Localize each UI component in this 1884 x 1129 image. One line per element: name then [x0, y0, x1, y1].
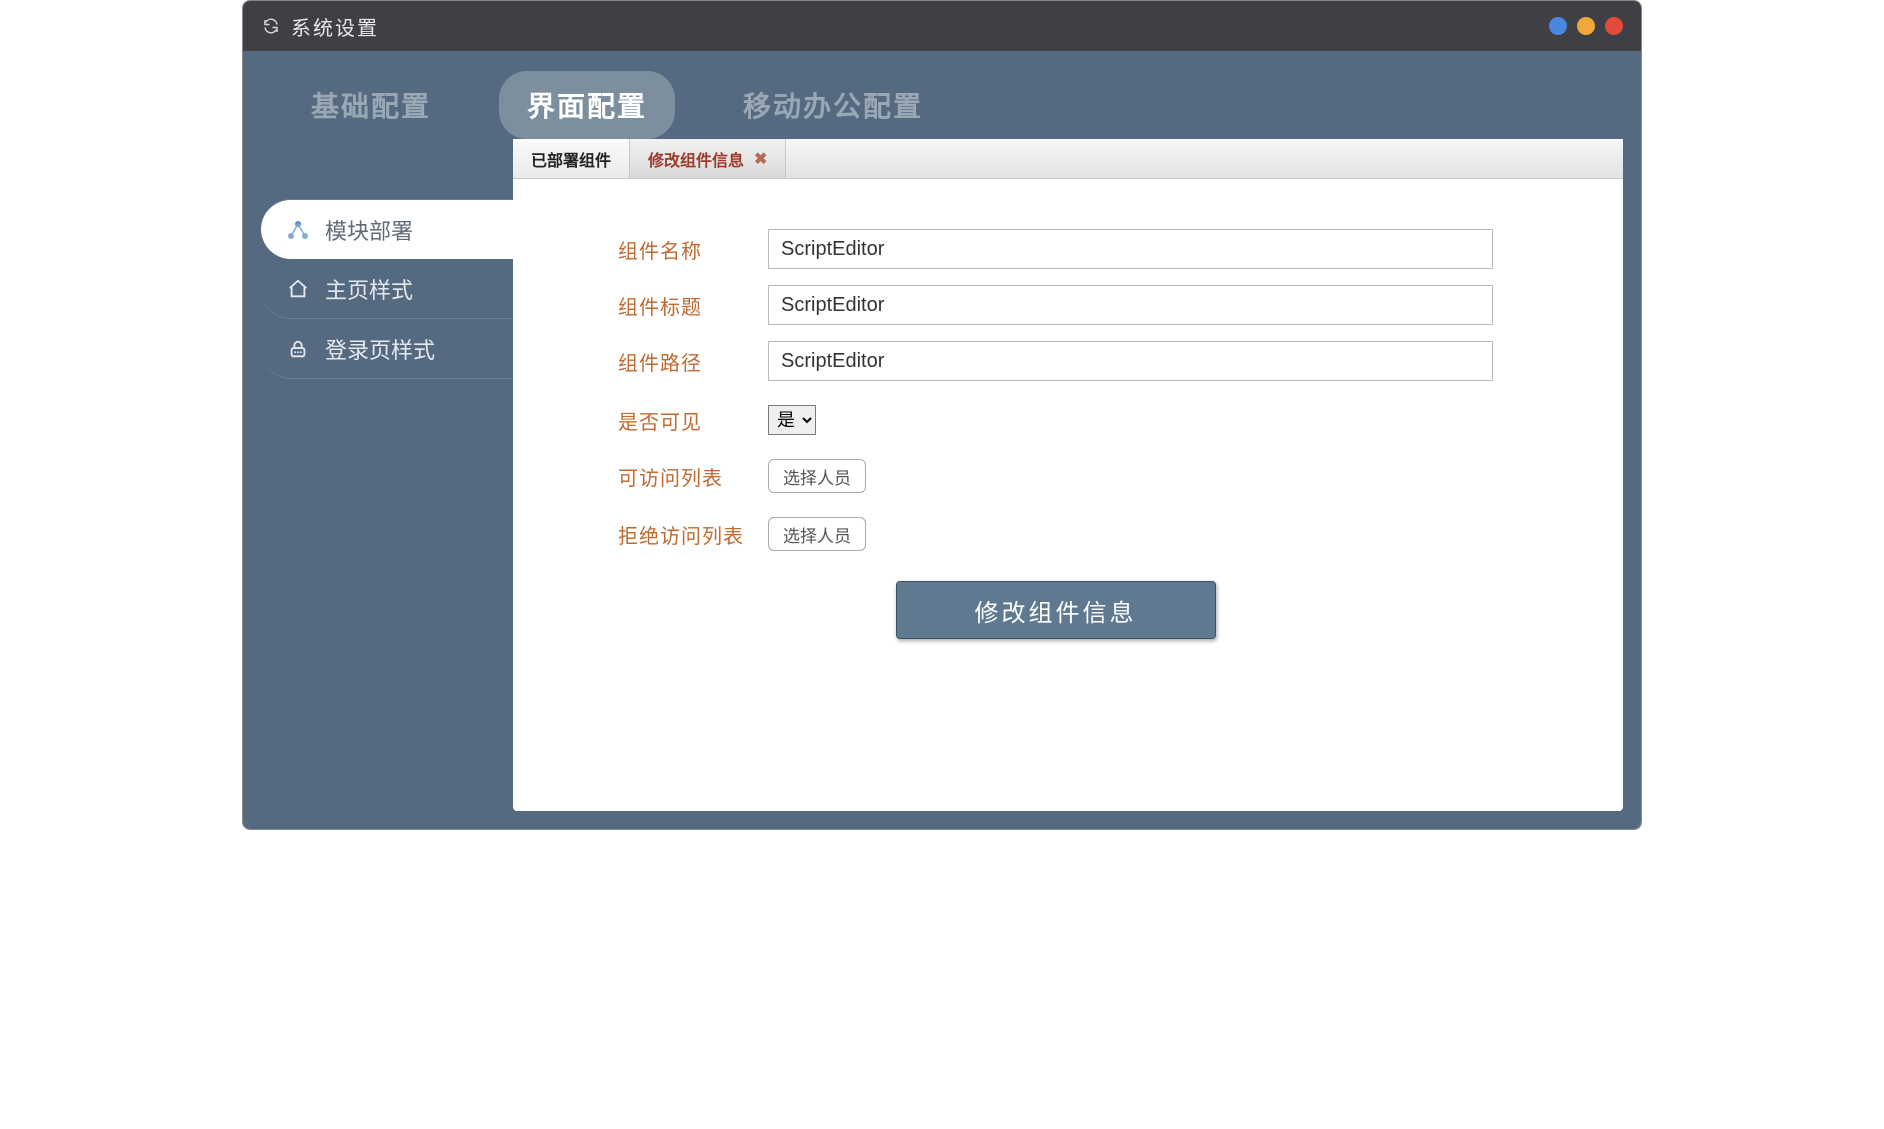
sidebar: 模块部署 主页样式 — [261, 139, 513, 811]
label-deny-list: 拒绝访问列表 — [618, 520, 768, 549]
sidebar-item-label: 登录页样式 — [325, 333, 435, 365]
nodes-icon — [285, 217, 311, 243]
select-visible[interactable]: 是 — [768, 405, 816, 435]
form-row-visible: 是否可见 是 — [618, 405, 1493, 435]
input-component-name[interactable] — [768, 229, 1493, 269]
sidebar-item-login-style[interactable]: 登录页样式 — [261, 319, 513, 379]
form-row-deny: 拒绝访问列表 选择人员 — [618, 517, 1493, 551]
content-panel: 已部署组件 修改组件信息 ✖ 组件名称 组件标题 — [513, 139, 1623, 811]
button-select-allow[interactable]: 选择人员 — [768, 459, 866, 493]
sidebar-item-module-deploy[interactable]: 模块部署 — [261, 199, 513, 259]
input-component-path[interactable] — [768, 341, 1493, 381]
label-component-title: 组件标题 — [618, 291, 768, 320]
window-title: 系统设置 — [291, 12, 379, 41]
submit-row: 修改组件信息 — [618, 581, 1493, 639]
close-icon[interactable]: ✖ — [754, 149, 767, 169]
titlebar: 系统设置 — [243, 1, 1641, 51]
form-row-path: 组件路径 — [618, 341, 1493, 381]
app-window: 系统设置 基础配置 界面配置 移动办公配置 — [242, 0, 1642, 830]
form-row-title: 组件标题 — [618, 285, 1493, 325]
main-area: 模块部署 主页样式 — [261, 139, 1623, 811]
submit-button[interactable]: 修改组件信息 — [896, 581, 1216, 639]
form-row-allow: 可访问列表 选择人员 — [618, 459, 1493, 493]
label-component-path: 组件路径 — [618, 347, 768, 376]
label-component-name: 组件名称 — [618, 235, 768, 264]
content-tabs: 已部署组件 修改组件信息 ✖ — [513, 139, 1623, 179]
lock-icon — [285, 336, 311, 362]
top-tab-basic[interactable]: 基础配置 — [283, 71, 459, 139]
close-button[interactable] — [1605, 17, 1623, 35]
top-tab-mobile[interactable]: 移动办公配置 — [715, 71, 951, 139]
content-tab-edit[interactable]: 修改组件信息 ✖ — [630, 139, 786, 178]
content-tab-label: 已部署组件 — [531, 147, 611, 171]
minimize-button[interactable] — [1549, 17, 1567, 35]
sidebar-item-label: 模块部署 — [325, 214, 413, 246]
home-icon — [285, 276, 311, 302]
content-tab-deployed[interactable]: 已部署组件 — [513, 139, 630, 178]
top-tab-interface[interactable]: 界面配置 — [499, 71, 675, 139]
top-tabs: 基础配置 界面配置 移动办公配置 — [243, 51, 1641, 139]
app-body: 基础配置 界面配置 移动办公配置 模块部署 — [243, 51, 1641, 829]
label-visible: 是否可见 — [618, 406, 768, 435]
refresh-icon — [261, 16, 281, 36]
content-tab-label: 修改组件信息 — [648, 147, 744, 171]
maximize-button[interactable] — [1577, 17, 1595, 35]
sidebar-item-home-style[interactable]: 主页样式 — [261, 259, 513, 319]
sidebar-item-label: 主页样式 — [325, 273, 413, 305]
button-select-deny[interactable]: 选择人员 — [768, 517, 866, 551]
window-controls — [1549, 17, 1623, 35]
input-component-title[interactable] — [768, 285, 1493, 325]
form-row-name: 组件名称 — [618, 229, 1493, 269]
label-allow-list: 可访问列表 — [618, 462, 768, 491]
form-area: 组件名称 组件标题 组件路径 — [513, 179, 1623, 811]
